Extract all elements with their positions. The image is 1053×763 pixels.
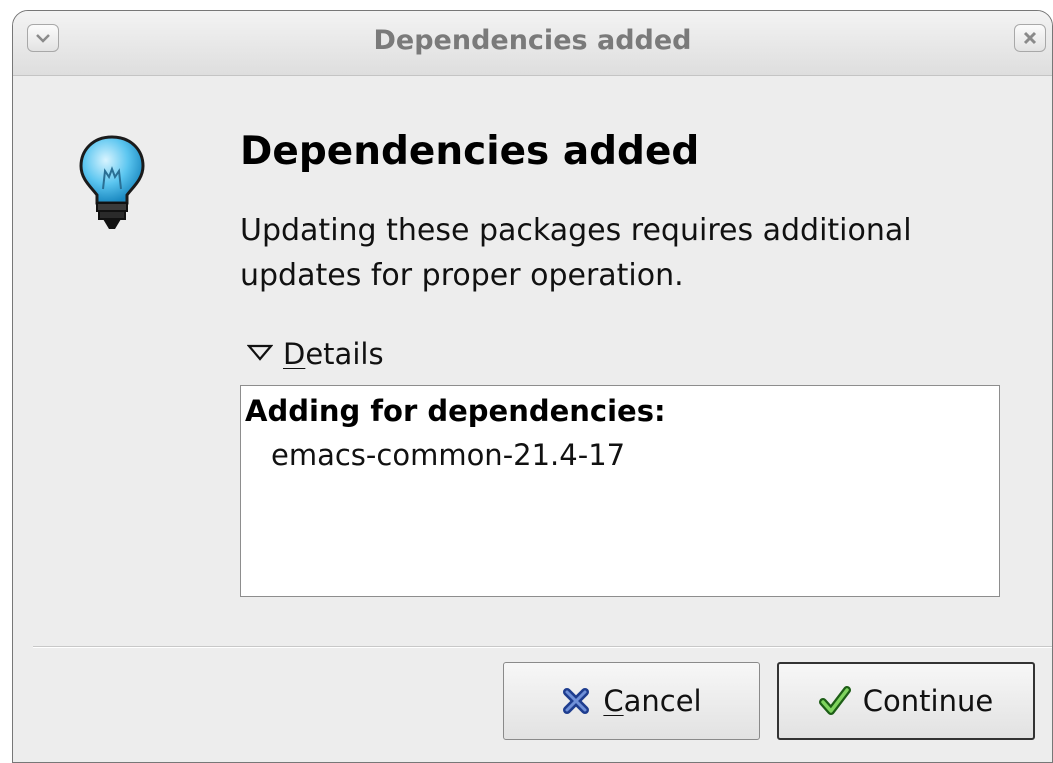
cancel-x-icon: [563, 688, 590, 714]
close-icon: [1023, 31, 1037, 45]
lightbulb-icon: [79, 135, 145, 229]
cancel-mnemonic: C: [603, 684, 624, 718]
close-window-button[interactable]: [1014, 24, 1046, 52]
cancel-button[interactable]: Cancel: [503, 662, 760, 740]
cancel-label: ancel: [623, 684, 702, 718]
continue-button[interactable]: Continue: [777, 662, 1035, 740]
window-title: Dependencies added: [373, 25, 692, 56]
dialog-heading: Dependencies added: [240, 129, 700, 174]
dialog-window: Dependencies added Dependencies added Up…: [12, 10, 1053, 763]
list-item: emacs-common-21.4-17: [271, 438, 626, 472]
details-textview[interactable]: Adding for dependencies: emacs-common-21…: [240, 385, 1000, 597]
details-expander[interactable]: Details: [246, 337, 384, 371]
details-mnemonic: D: [283, 337, 306, 371]
details-label: etails: [305, 337, 384, 371]
button-area-separator: [33, 646, 1052, 648]
title-bar[interactable]: Dependencies added: [13, 11, 1052, 76]
dialog-message: Updating these packages requires additio…: [240, 213, 912, 293]
details-list-heading: Adding for dependencies:: [245, 394, 666, 428]
triangle-down-icon: [246, 344, 274, 361]
continue-label: Continue: [862, 684, 994, 718]
checkmark-icon: [818, 686, 851, 715]
